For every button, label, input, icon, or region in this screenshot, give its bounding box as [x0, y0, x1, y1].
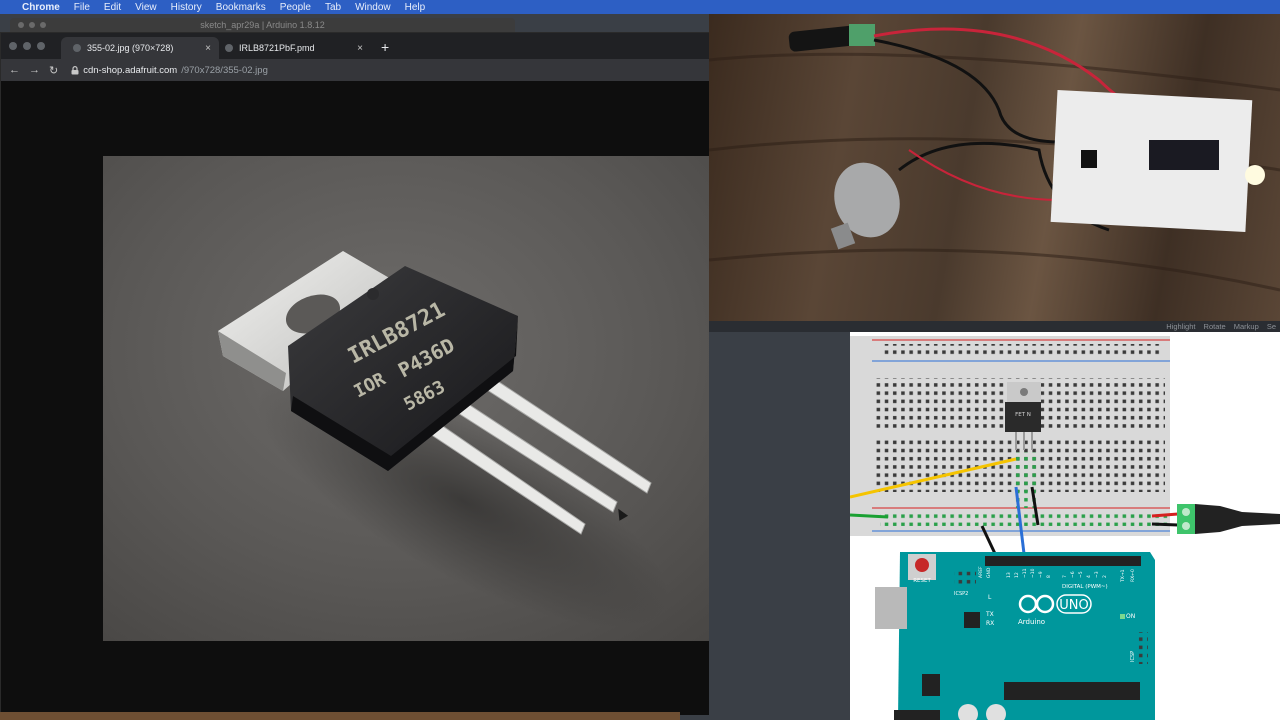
tab-355-02[interactable]: 355-02.jpg (970×728) × — [61, 37, 219, 59]
desktop: Chrome File Edit View History Bookmarks … — [0, 0, 1280, 720]
pin-label: ~9 — [1038, 571, 1044, 578]
gnd-label: GND — [986, 567, 992, 578]
menu-history[interactable]: History — [171, 2, 202, 13]
menu-edit[interactable]: Edit — [104, 2, 121, 13]
pin-label: ~10 — [1030, 568, 1036, 578]
globe-icon — [225, 44, 233, 52]
close-tab-icon[interactable]: × — [357, 43, 363, 54]
window-controls[interactable] — [9, 42, 45, 50]
new-tab-button[interactable]: + — [381, 39, 389, 55]
uno-label: UNO — [1059, 598, 1088, 613]
pin-label: ~11 — [1022, 568, 1028, 578]
tab-label: IRLB8721PbF.pmd — [239, 43, 315, 53]
pin-label: ~5 — [1078, 571, 1084, 578]
mosfet-product-photo: IRLB8721 IOR P436D 5863 — [103, 156, 749, 641]
digital-header — [985, 556, 1141, 566]
menu-file[interactable]: File — [74, 2, 90, 13]
reload-button[interactable]: ↻ — [49, 64, 58, 77]
circuit-webcam-photo — [709, 0, 1280, 321]
on-label: ON — [1126, 613, 1135, 620]
irlb8721-transistor-image: IRLB8721 IOR P436D 5863 — [218, 251, 670, 628]
pin-label: 7 — [1062, 575, 1068, 578]
ground-wire[interactable] — [850, 513, 889, 519]
desktop-wallpaper-strip — [0, 712, 680, 720]
pin-label: TX→1 — [1120, 569, 1126, 583]
fritzing-breadboard-view: FET N RESET ICSP2 AREF GND 13 12 ~11 ~10… — [850, 332, 1280, 720]
pin-label: 12 — [1014, 572, 1020, 578]
minimize-window-button[interactable] — [23, 42, 31, 50]
arduino-window-title: sketch_apr29a | Arduino 1.8.12 — [200, 20, 325, 30]
tx-label: TX — [985, 611, 994, 618]
tab-label: 355-02.jpg (970×728) — [87, 43, 174, 53]
circuit-diagram: FET N RESET ICSP2 AREF GND 13 12 ~11 ~10… — [850, 336, 1280, 720]
pin-label: 8 — [1046, 575, 1052, 578]
usb-connector — [875, 587, 907, 629]
arduino-label: Arduino — [1018, 618, 1045, 626]
url-path: /970x728/355-02.jpg — [181, 64, 268, 76]
pin-label: ~6 — [1070, 571, 1076, 578]
menu-tab[interactable]: Tab — [325, 2, 341, 13]
mosfet-label: FET N — [1015, 412, 1031, 418]
fritzing-toolbar[interactable]: Highlight Rotate Markup Se — [709, 321, 1280, 332]
pin-label: 13 — [1006, 572, 1012, 578]
address-bar[interactable]: cdn-shop.adafruit.com/970x728/355-02.jpg — [71, 65, 268, 76]
globe-icon — [73, 44, 81, 52]
pin-label: 2 — [1102, 575, 1108, 578]
zoom-window-button[interactable] — [37, 42, 45, 50]
pin-label: 4 — [1086, 575, 1092, 578]
digital-pwm-label: DIGITAL (PWM~) — [1062, 584, 1108, 590]
atmega-chip — [1004, 682, 1140, 700]
close-tab-icon[interactable]: × — [205, 43, 211, 54]
tab-irlb8721-datasheet[interactable]: IRLB8721PbF.pmd × — [213, 37, 371, 59]
menu-chrome[interactable]: Chrome — [22, 2, 60, 13]
back-button[interactable]: ← — [9, 64, 20, 76]
menu-bookmarks[interactable]: Bookmarks — [216, 2, 266, 13]
dc-barrel-jack — [1195, 504, 1280, 534]
menu-people[interactable]: People — [280, 2, 311, 13]
icsp-label: ICSP — [1130, 651, 1136, 662]
rx-label: RX — [986, 620, 994, 627]
pin-label: RX←0 — [1130, 569, 1136, 582]
workspace-background — [709, 332, 850, 720]
aref-label: AREF — [978, 566, 984, 578]
menu-help[interactable]: Help — [405, 2, 426, 13]
breadboard-graphic — [850, 336, 1170, 536]
menu-window[interactable]: Window — [355, 2, 391, 13]
url-host: cdn-shop.adafruit.com — [83, 64, 178, 76]
close-window-button[interactable] — [9, 42, 17, 50]
microcontroller-board — [1149, 140, 1219, 170]
breadboard-photo — [709, 24, 1280, 292]
pin-label: ~3 — [1094, 571, 1100, 578]
reset-button[interactable] — [915, 558, 929, 572]
lock-icon — [71, 65, 79, 74]
icsp2-label: ICSP2 — [954, 591, 968, 597]
window-controls[interactable] — [18, 22, 46, 28]
arduino-ide-window[interactable]: sketch_apr29a | Arduino 1.8.12 — [10, 18, 515, 32]
reset-label: RESET — [913, 578, 931, 584]
menu-bar: Chrome File Edit View History Bookmarks … — [0, 0, 1280, 14]
menu-view[interactable]: View — [135, 2, 157, 13]
forward-button[interactable]: → — [29, 64, 40, 76]
